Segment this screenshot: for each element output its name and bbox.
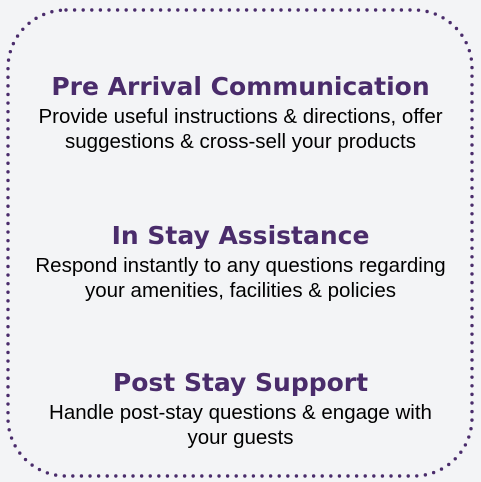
section-body-pre-arrival: Provide useful instructions & directions… — [38, 105, 443, 153]
section-in-stay: In Stay Assistance Respond instantly to … — [0, 221, 481, 303]
section-pre-arrival: Pre Arrival Communication Provide useful… — [0, 72, 481, 154]
section-post-stay: Post Stay Support Handle post-stay quest… — [0, 368, 481, 450]
section-body-in-stay: Respond instantly to any questions regar… — [35, 254, 446, 302]
feature-card: Pre Arrival Communication Provide useful… — [0, 0, 481, 482]
section-body-post-stay: Handle post-stay questions & engage with… — [49, 401, 432, 449]
section-title-in-stay: In Stay Assistance — [111, 221, 370, 250]
section-title-post-stay: Post Stay Support — [112, 368, 369, 397]
section-title-pre-arrival: Pre Arrival Communication — [51, 72, 430, 101]
